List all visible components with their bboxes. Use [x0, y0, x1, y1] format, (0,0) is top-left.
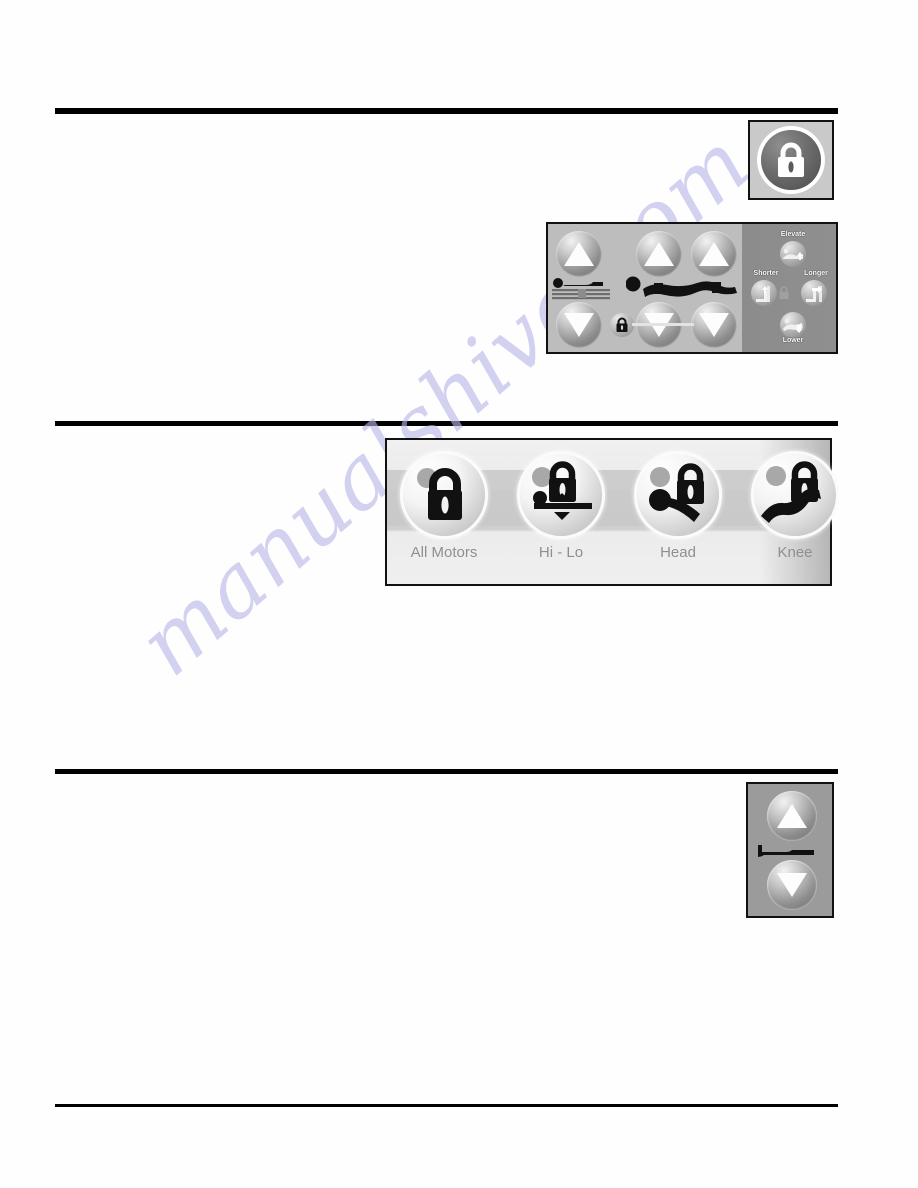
head-lock[interactable] [637, 454, 719, 536]
head-label: Head [660, 544, 696, 561]
hi-lo-label: Hi - Lo [538, 544, 584, 561]
bed-down-button[interactable] [556, 302, 602, 348]
padlock-icon-glyph [779, 286, 789, 299]
hi-lo-lock[interactable] [520, 454, 602, 536]
padlock-icon [417, 468, 462, 520]
knee-down-button[interactable] [691, 302, 737, 348]
triangle-down-icon [777, 873, 807, 897]
padlock-head-icon [649, 463, 704, 522]
lower-icon [783, 318, 803, 334]
bed-hilo-icon [552, 278, 610, 300]
patient-head-knee-icon [626, 276, 737, 297]
padlock-icon-glyph [616, 317, 628, 332]
knee-up-button[interactable] [691, 231, 737, 277]
elevate-icon [783, 248, 803, 261]
bed-side-icon [758, 845, 814, 857]
lower-button[interactable] [780, 312, 806, 338]
padlock-updown-icon [532, 461, 592, 520]
page-watermark: manualshive.com [120, 113, 769, 696]
triangle-up-icon [644, 242, 674, 266]
knee-lock[interactable] [754, 454, 836, 536]
shorter-label: Shorter [753, 270, 779, 277]
shorter-icon [756, 286, 770, 303]
padlock-icon [610, 313, 634, 337]
figure-updown-pad [746, 782, 834, 918]
shorter-button[interactable] [751, 280, 777, 306]
bed-up-button[interactable] [556, 231, 602, 277]
triangle-up-icon [564, 242, 594, 266]
longer-icon [806, 286, 822, 303]
triangle-up-icon [699, 242, 729, 266]
section-rule-bottom [55, 1104, 838, 1107]
padlock-icon [761, 130, 821, 190]
up-button[interactable] [767, 791, 817, 841]
all-motors-lock[interactable] [403, 454, 485, 536]
triangle-up-icon [777, 804, 807, 828]
head-up-button[interactable] [636, 231, 682, 277]
section-rule-second [55, 421, 838, 426]
section-rule-third [55, 769, 838, 774]
elevate-button[interactable] [780, 241, 806, 267]
figure-lockout-row: All Motors Hi - Lo Head Knee [385, 438, 836, 586]
section-rule-top [55, 108, 838, 114]
pad-connector-line [632, 323, 694, 326]
triangle-down-icon [564, 313, 594, 337]
padlock-icon-glyph [778, 142, 804, 177]
figure-lock-indicator [748, 120, 834, 200]
triangle-down-icon [699, 313, 729, 337]
figure-control-pad: Elevate Shorter Longer Lower [546, 222, 838, 354]
elevate-label: Elevate [780, 231, 806, 238]
padlock-knee-icon [761, 461, 821, 523]
padlock-icon [778, 286, 790, 300]
lower-label: Lower [782, 337, 804, 344]
all-motors-label: All Motors [410, 544, 478, 561]
longer-button[interactable] [801, 280, 827, 306]
knee-label: Knee [777, 544, 813, 561]
longer-label: Longer [804, 270, 828, 277]
down-button[interactable] [767, 860, 817, 910]
